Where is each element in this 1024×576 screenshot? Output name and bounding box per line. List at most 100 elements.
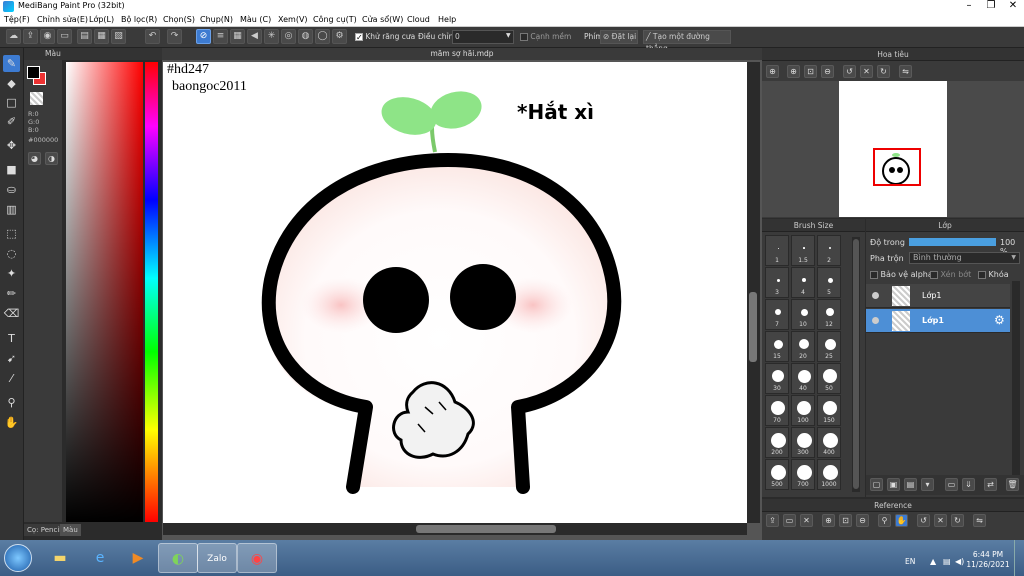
brush-size-cell[interactable]: 2 (817, 235, 841, 266)
text-tool-icon[interactable]: T (3, 330, 20, 347)
fill-rect-tool-icon[interactable]: ■ (3, 161, 20, 178)
divide-tool-icon[interactable]: ⁄ (3, 370, 20, 387)
ref-reset-icon[interactable]: ✕ (934, 514, 947, 527)
add-folder-layer-icon[interactable]: ▤ (904, 478, 917, 491)
zalo-icon[interactable]: Zalo (197, 543, 237, 573)
visibility-eye-icon[interactable] (872, 292, 879, 299)
zoom-out-icon[interactable]: ⊖ (821, 65, 834, 78)
antialias-checkbox[interactable] (355, 33, 363, 41)
vertical-scroll-thumb[interactable] (749, 292, 757, 362)
protect-alpha-checkbox[interactable] (870, 270, 878, 279)
layer-scrollbar[interactable] (1012, 281, 1020, 481)
delete-layer-icon[interactable]: 🗑 (1006, 478, 1019, 491)
adjust-field[interactable]: 0 (452, 30, 514, 44)
undo-icon[interactable]: ↶ (145, 29, 160, 44)
navigator-view-rect[interactable] (873, 148, 921, 186)
visibility-eye-icon[interactable] (872, 317, 879, 324)
brush-size-cell[interactable]: 4 (791, 267, 815, 298)
chrome-icon[interactable]: ◉ (237, 543, 277, 573)
layer-gear-icon[interactable]: ⚙ (994, 313, 1005, 327)
ref-fit-icon[interactable]: ⊡ (839, 514, 852, 527)
menu-window[interactable]: Cửa sổ(W) (362, 15, 403, 24)
brush-size-cell[interactable]: 1000 (817, 459, 841, 490)
brush-size-cell[interactable]: 15 (765, 331, 789, 362)
clock[interactable]: 6:44 PM 11/26/2021 (966, 550, 1010, 570)
horizontal-scrollbar[interactable] (163, 523, 747, 535)
perspective-icon[interactable]: ◀ (247, 29, 262, 44)
operation-tool-icon[interactable]: ➹ (3, 350, 20, 367)
magic-wand-icon[interactable]: ✦ (3, 265, 20, 282)
language-indicator[interactable]: EN (905, 557, 915, 566)
explorer-icon[interactable]: ▬ (40, 543, 80, 573)
coccoc-icon[interactable]: ◐ (158, 543, 198, 573)
new-file-icon[interactable]: ▤ (77, 29, 92, 44)
add-halftone-layer-icon[interactable]: ▣ (887, 478, 900, 491)
ie-icon[interactable]: e (80, 543, 120, 573)
network-icon[interactable]: ▤ (943, 557, 951, 566)
pen-tool-icon[interactable]: ✎ (3, 55, 20, 72)
brush-size-cell[interactable]: 300 (791, 427, 815, 458)
menu-view[interactable]: Xem(V) (278, 15, 308, 24)
drawing-canvas[interactable]: #hd247 baongoc2011 *Hắt xì (163, 62, 747, 523)
minimize-button[interactable]: – (958, 0, 980, 13)
ref-close-icon[interactable]: ✕ (800, 514, 813, 527)
parallel-snap-icon[interactable]: ≡ (213, 29, 228, 44)
brush-scroll-thumb[interactable] (853, 239, 859, 489)
hue-slider[interactable] (145, 62, 158, 522)
volume-icon[interactable]: ◀) (955, 557, 964, 566)
start-button[interactable] (4, 544, 32, 572)
ref-eyedropper-icon[interactable]: ⚲ (878, 514, 891, 527)
select-tool-icon[interactable]: ⬚ (3, 225, 20, 242)
circle-snap-icon[interactable]: ◎ (281, 29, 296, 44)
saturation-value-picker[interactable] (66, 62, 143, 522)
brush-size-cell[interactable]: 500 (765, 459, 789, 490)
color-mode-icon[interactable]: ◑ (45, 152, 58, 165)
select-eraser-icon[interactable]: ⌫ (3, 305, 20, 322)
brush-size-cell[interactable]: 7 (765, 299, 789, 330)
clipping-toggle[interactable]: Xén bớt (930, 270, 971, 279)
ref-rotate-left-icon[interactable]: ↺ (917, 514, 930, 527)
redo-icon[interactable]: ↷ (167, 29, 182, 44)
brush-size-cell[interactable]: 30 (765, 363, 789, 394)
template-icon[interactable]: ▧ (111, 29, 126, 44)
menu-file[interactable]: Tệp(F) (4, 15, 30, 24)
zoom-in-icon[interactable]: ⊕ (766, 65, 779, 78)
menu-edit[interactable]: Chỉnh sửa(E) (37, 15, 88, 24)
lock-toggle[interactable]: Khóa (978, 270, 1009, 279)
ref-hand-icon[interactable]: ✋ (895, 514, 908, 527)
menu-capture[interactable]: Chụp(N) (200, 15, 233, 24)
opacity-slider[interactable] (909, 238, 996, 246)
maximize-button[interactable]: ❐ (980, 0, 1002, 13)
menu-color[interactable]: Màu (C) (240, 15, 271, 24)
menu-help[interactable]: Help (438, 15, 456, 24)
smooth-checkbox[interactable] (520, 33, 528, 41)
fit-icon[interactable]: ⊡ (804, 65, 817, 78)
brush-size-cell[interactable]: 1 (765, 235, 789, 266)
brush-size-cell[interactable]: 25 (817, 331, 841, 362)
radial-snap-icon[interactable]: ✳ (264, 29, 279, 44)
select-pen-icon[interactable]: ✏ (3, 285, 20, 302)
adjust-dropdown-icon[interactable]: ▼ (506, 32, 511, 39)
tab-brush[interactable]: Cọ: Pencil (24, 524, 65, 536)
eraser-tool-icon[interactable]: ◆ (3, 75, 20, 92)
brush-scrollbar[interactable] (852, 237, 860, 492)
menu-layer[interactable]: Lớp(L) (89, 15, 114, 24)
shape-tool-icon[interactable]: □ (3, 94, 20, 111)
brush-size-cell[interactable]: 40 (791, 363, 815, 394)
menu-filter[interactable]: Bộ lọc(R) (121, 15, 157, 24)
layer-row[interactable]: Lớp1 (866, 284, 1010, 308)
cloud-icon[interactable]: ☁ (6, 29, 21, 44)
tab-color[interactable]: Màu (60, 524, 81, 536)
bucket-tool-icon[interactable]: ⛀ (3, 181, 20, 198)
move-tool-icon[interactable]: ✥ (3, 137, 20, 154)
brush-size-cell[interactable]: 70 (765, 395, 789, 426)
close-button[interactable]: ✕ (1002, 0, 1024, 13)
eyedropper-icon[interactable]: ⚲ (3, 394, 20, 411)
grid-snap-icon[interactable]: ▦ (230, 29, 245, 44)
horizontal-scroll-thumb[interactable] (416, 525, 556, 533)
straight-line-button[interactable]: ╱ Tạo một đường thẳng (643, 30, 731, 53)
brush-size-cell[interactable]: 3 (765, 267, 789, 298)
menu-tools[interactable]: Công cụ(T) (313, 15, 357, 24)
lock-checkbox[interactable] (978, 270, 986, 279)
palette-icon[interactable]: ◕ (28, 152, 41, 165)
